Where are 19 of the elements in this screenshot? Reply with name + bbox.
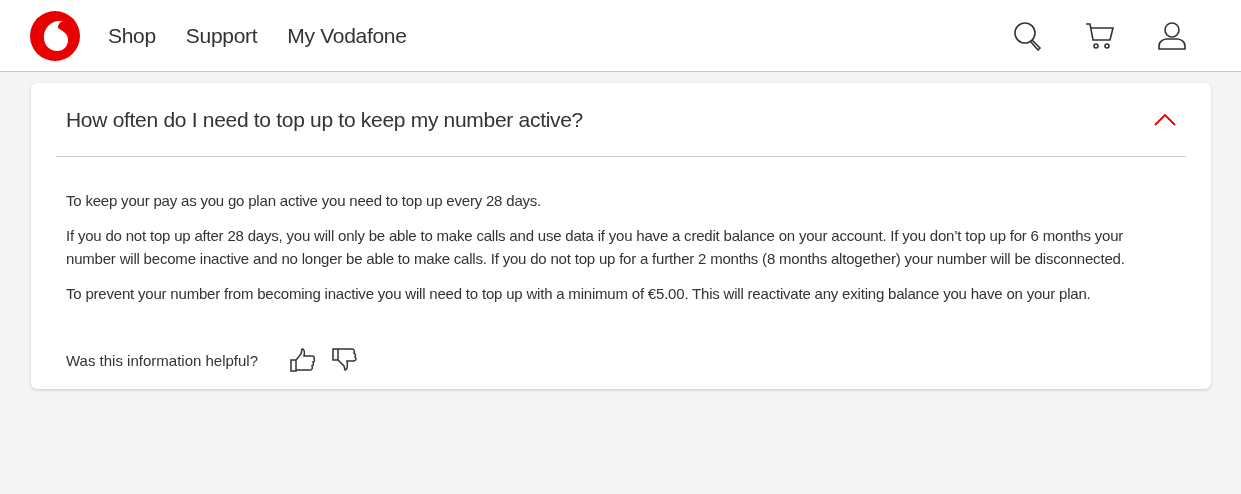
nav-link[interactable]: My Vodafone — [287, 23, 407, 48]
thumbs-down-icon — [332, 347, 359, 373]
cart-button[interactable] — [1085, 21, 1115, 50]
user-icon — [1157, 20, 1187, 51]
answer-paragraph: To keep your pay as you go plan active you need to top up every 28 days. — [66, 191, 543, 211]
nav-link[interactable]: Support — [185, 23, 258, 48]
search-button[interactable] — [1013, 20, 1043, 51]
thumbs-up-icon — [290, 347, 317, 373]
accordion-header[interactable]: How often do I need to top up to keep my number active? — [56, 83, 1186, 157]
account-button[interactable] — [1157, 20, 1187, 51]
nav-link[interactable]: Shop — [108, 23, 156, 48]
answer-paragraph: To prevent your number from becoming inactive you will need to top up with a minimum of €5.00. This will reactivate any exiting balance you have on your plan. — [66, 283, 1092, 304]
search-icon — [1013, 20, 1043, 51]
cart-icon — [1085, 21, 1115, 50]
answer-paragraph: If you do not top up after 28 days, you will only be able to make calls and use data if you have a credit balance on your account. If you don’t top up for 6 months your number will become inactive and no longer be able to make calls. If you do not top up for a further 2 months (8 months altogether) your number will be disconnected. — [66, 225, 1126, 269]
thumbs-down-button[interactable] — [332, 347, 359, 373]
thumbs-up-button[interactable] — [290, 347, 317, 373]
logo-icon[interactable] — [30, 10, 80, 61]
feedback-question: Was this information helpful? — [66, 351, 259, 369]
